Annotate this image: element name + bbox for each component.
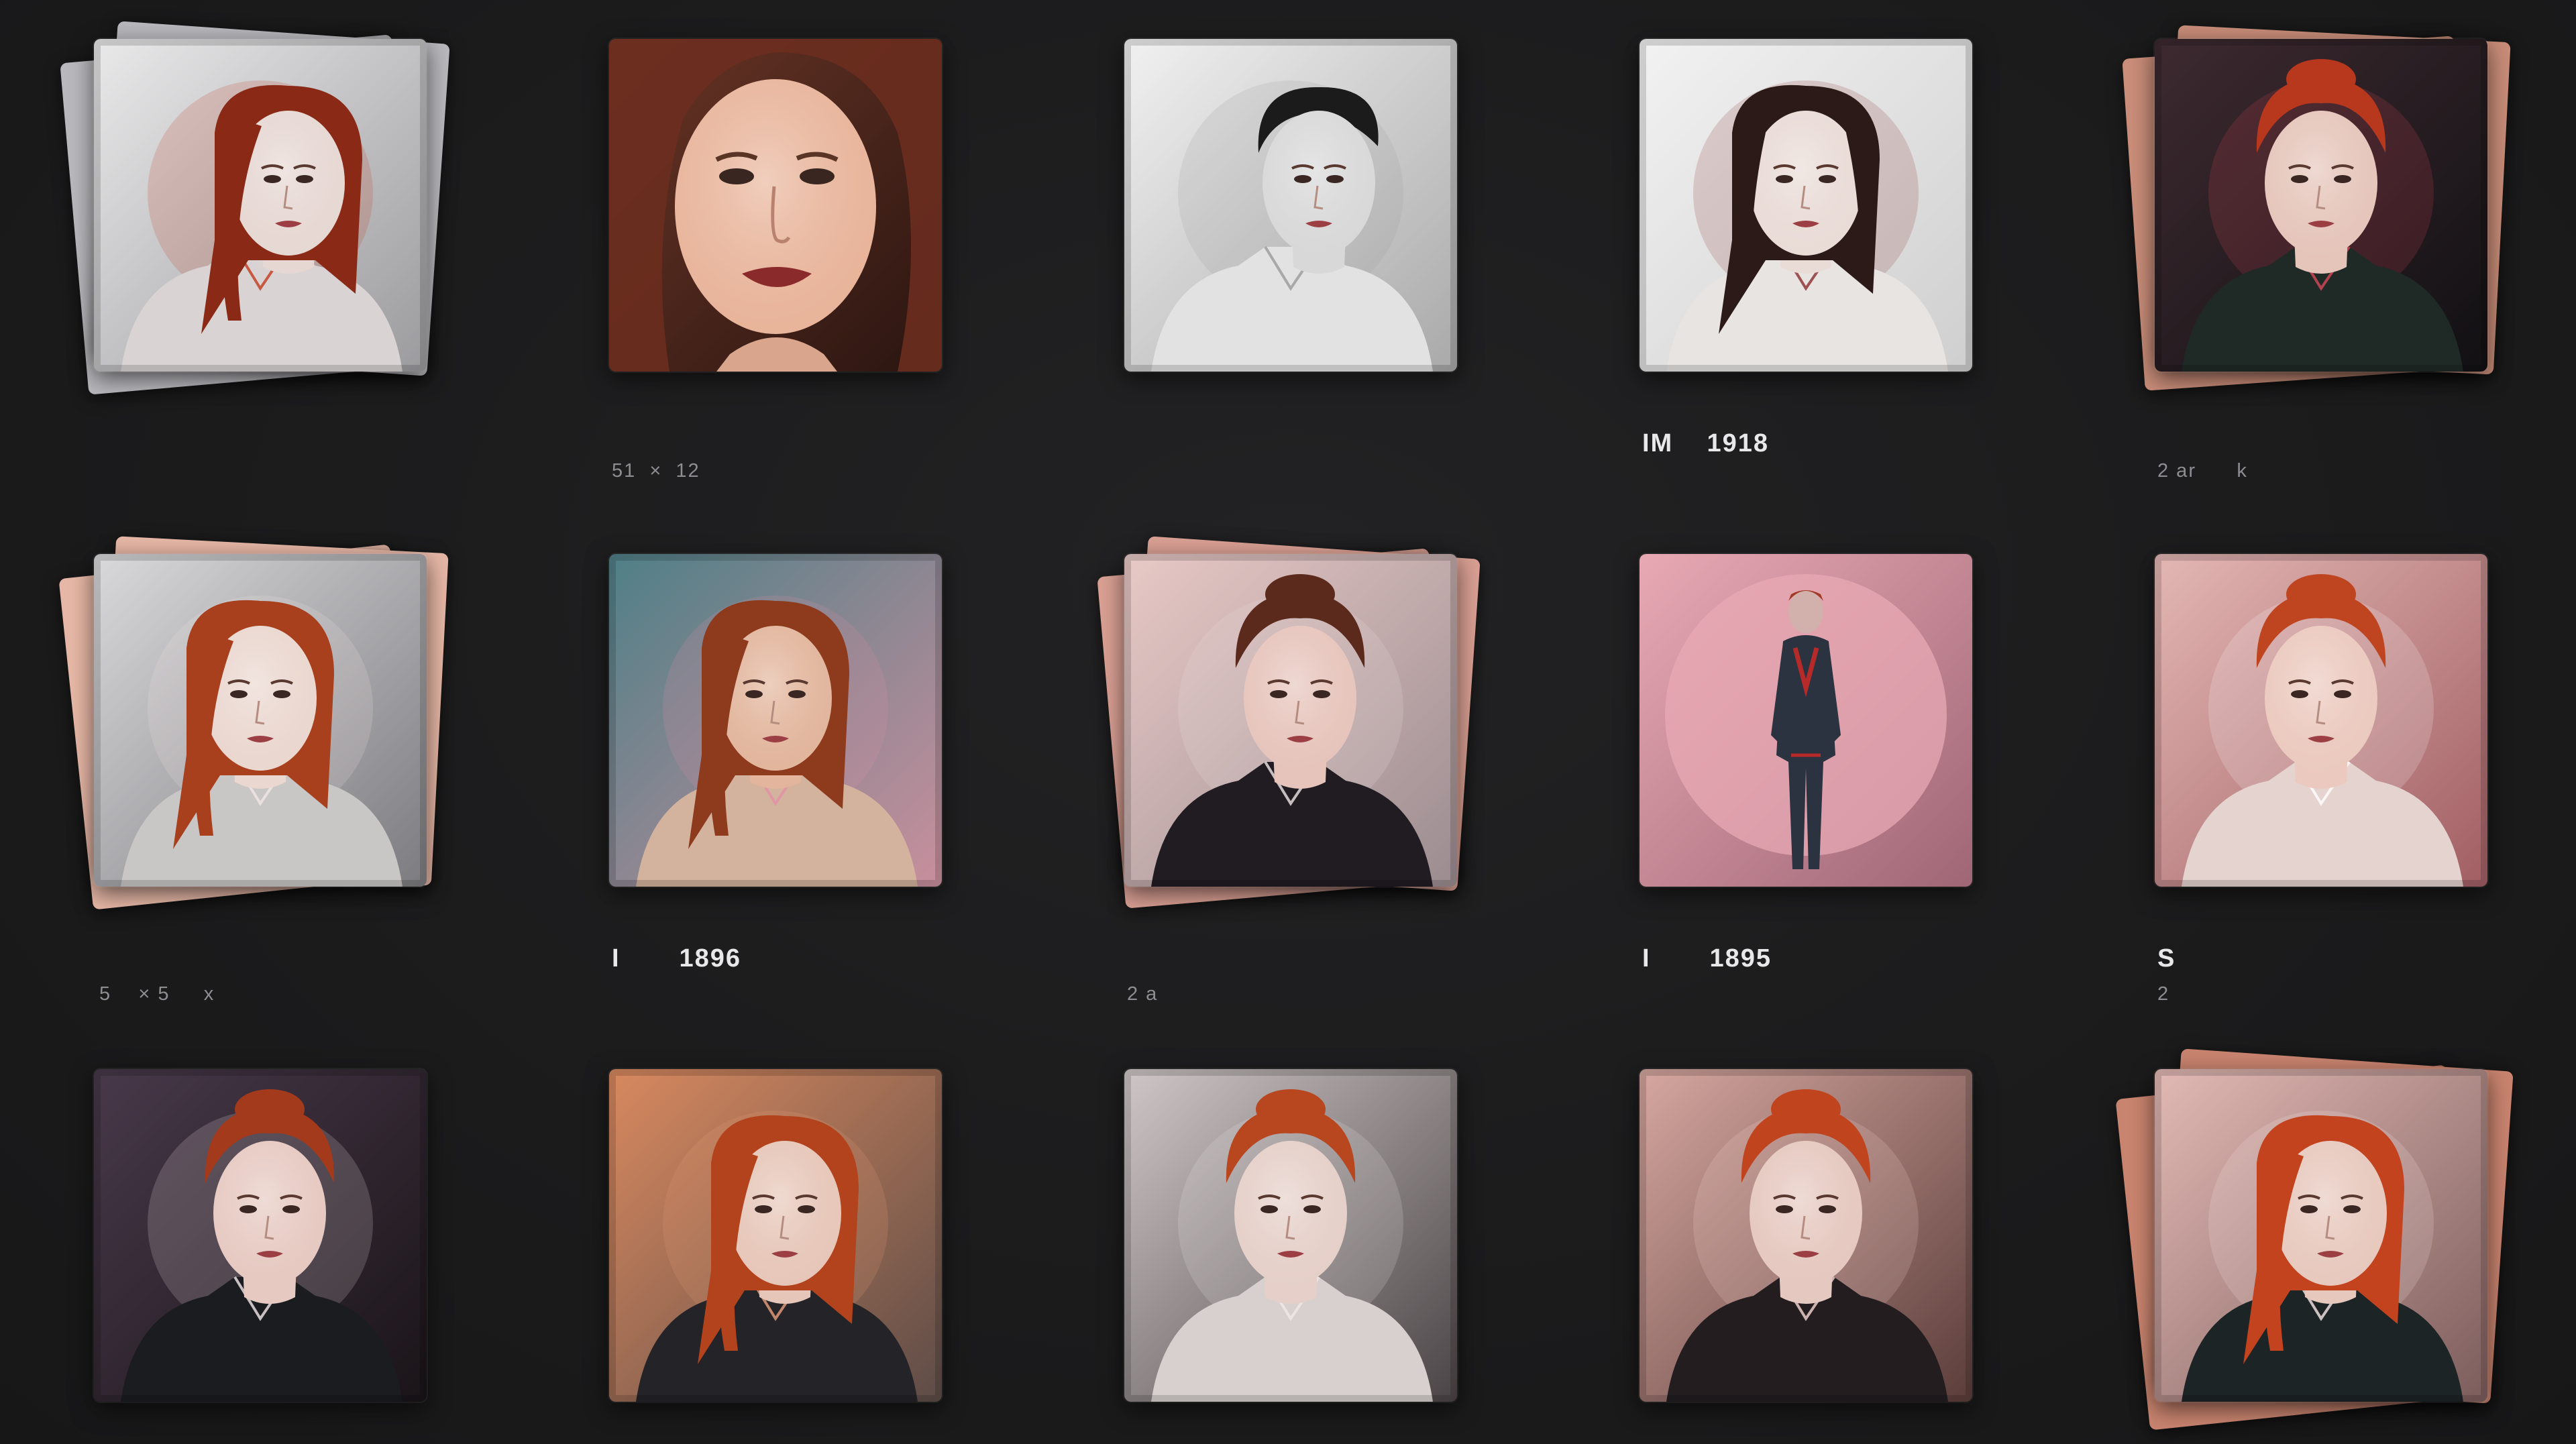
image-card[interactable] bbox=[2153, 553, 2489, 888]
image-thumbnail[interactable] bbox=[1638, 1068, 1974, 1403]
image-card[interactable] bbox=[93, 1068, 428, 1403]
image-card[interactable] bbox=[2122, 25, 2511, 391]
image-card[interactable] bbox=[1638, 38, 1974, 373]
image-card[interactable] bbox=[58, 536, 449, 910]
portrait-artwork bbox=[2155, 39, 2487, 372]
image-thumbnail[interactable] bbox=[93, 553, 428, 888]
image-thumbnail[interactable] bbox=[1123, 553, 1458, 888]
image-card[interactable] bbox=[1097, 536, 1481, 909]
image-card[interactable] bbox=[1638, 553, 1974, 888]
image-card[interactable] bbox=[608, 553, 943, 888]
image-thumbnail[interactable] bbox=[608, 1068, 943, 1403]
image-thumbnail[interactable] bbox=[93, 1068, 428, 1403]
portrait-artwork bbox=[94, 39, 427, 372]
image-caption-meta: 2 a bbox=[1127, 983, 1159, 1005]
image-card[interactable] bbox=[608, 38, 943, 373]
image-caption-title: S bbox=[2157, 944, 2176, 973]
image-thumbnail[interactable] bbox=[608, 553, 943, 888]
image-caption-meta: 2 ar k bbox=[2157, 460, 2248, 482]
image-thumbnail[interactable] bbox=[2153, 553, 2489, 888]
image-card[interactable] bbox=[60, 21, 450, 395]
image-card[interactable] bbox=[1123, 38, 1458, 373]
image-thumbnail[interactable] bbox=[1123, 1068, 1458, 1403]
portrait-artwork bbox=[1124, 1069, 1457, 1402]
portrait-artwork bbox=[609, 554, 942, 887]
portrait-artwork bbox=[2155, 1069, 2487, 1402]
portrait-artwork bbox=[1640, 1069, 1972, 1402]
image-caption-title: I 1896 bbox=[612, 944, 741, 973]
image-thumbnail[interactable] bbox=[1638, 38, 1974, 373]
image-card[interactable] bbox=[608, 1068, 943, 1403]
image-card[interactable] bbox=[1123, 1068, 1458, 1403]
image-caption-title: IM 1918 bbox=[1642, 429, 1769, 457]
portrait-artwork bbox=[609, 39, 942, 372]
image-thumbnail[interactable] bbox=[93, 38, 428, 373]
image-thumbnail[interactable] bbox=[2153, 1068, 2489, 1403]
image-thumbnail[interactable] bbox=[1638, 553, 1974, 888]
portrait-artwork bbox=[1640, 39, 1972, 372]
image-thumbnail[interactable] bbox=[1123, 38, 1458, 373]
image-thumbnail[interactable] bbox=[2153, 38, 2489, 373]
portrait-artwork bbox=[2155, 554, 2487, 887]
image-caption-title: I 1895 bbox=[1642, 944, 1772, 973]
portrait-artwork bbox=[609, 1069, 942, 1402]
portrait-artwork bbox=[1124, 554, 1457, 887]
image-caption-meta: 51 × 12 bbox=[612, 460, 700, 482]
portrait-artwork bbox=[1124, 39, 1457, 372]
image-card[interactable] bbox=[2115, 1048, 2514, 1431]
portrait-artwork bbox=[94, 554, 427, 887]
portrait-artwork bbox=[1640, 554, 1972, 887]
image-gallery: 51 × 12 IM 1918 2 ar k 5 × 5 x I 1896 2 … bbox=[0, 0, 2576, 1444]
image-card[interactable] bbox=[1638, 1068, 1974, 1403]
image-caption-meta: 2 bbox=[2157, 983, 2170, 1005]
image-thumbnail[interactable] bbox=[608, 38, 943, 373]
portrait-artwork bbox=[94, 1069, 427, 1402]
image-caption-meta: 5 × 5 x bbox=[99, 983, 215, 1005]
